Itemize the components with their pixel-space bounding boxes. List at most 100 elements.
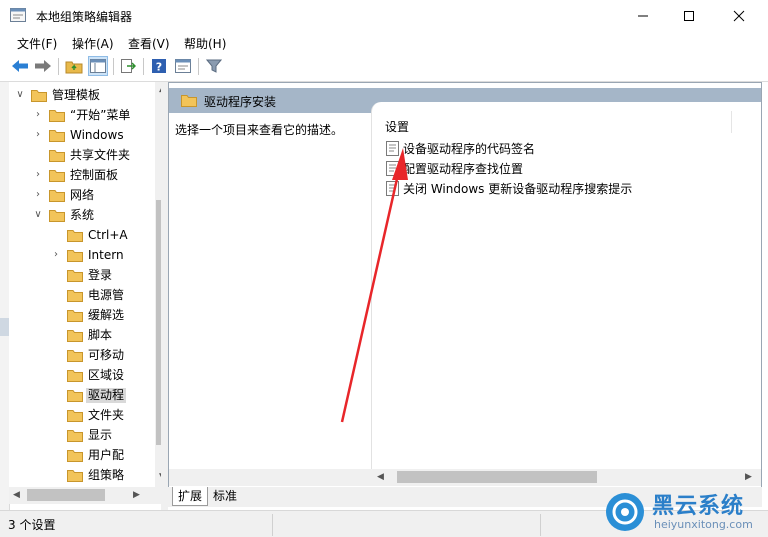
menu-help[interactable]: 帮助(H) — [184, 35, 226, 52]
details-hscroll-thumb[interactable] — [397, 471, 597, 483]
tree-item-label: Intern — [88, 248, 124, 262]
properties-icon — [175, 59, 191, 73]
tree-item[interactable]: 显示 — [9, 426, 149, 446]
export-list-button[interactable] — [118, 56, 138, 76]
tree-hscroll-thumb[interactable] — [27, 489, 105, 501]
close-button[interactable] — [716, 0, 762, 31]
pane-splitter[interactable] — [161, 82, 168, 510]
chevron-right-icon[interactable]: › — [33, 130, 43, 140]
tree-item[interactable]: › 控制面板 — [9, 166, 149, 186]
tree-item[interactable]: › “开始”菜单 — [9, 106, 149, 126]
tree-horizontal-scrollbar[interactable]: ◀ ▶ — [9, 487, 161, 504]
folder-icon — [67, 350, 83, 362]
setting-policy-icon — [386, 161, 399, 176]
tree-item-label: Ctrl+A — [88, 228, 128, 242]
tree-item-label: 显示 — [88, 428, 113, 442]
tree-item[interactable]: ∨ 管理模板 — [9, 86, 149, 106]
chevron-down-icon[interactable]: ∨ — [33, 210, 43, 220]
watermark-url: heiyunxitong.com — [654, 518, 753, 531]
window-title: 本地组策略编辑器 — [36, 10, 133, 24]
setting-label: 设备驱动程序的代码签名 — [403, 142, 536, 156]
tree-item[interactable]: 缓解选 — [9, 306, 149, 326]
menu-view[interactable]: 查看(V) — [128, 35, 170, 52]
close-icon — [733, 10, 745, 21]
console-tree-icon — [90, 59, 106, 73]
description-text: 选择一个项目来查看它的描述。 — [175, 123, 344, 137]
minimize-icon — [638, 15, 648, 16]
status-separator — [540, 514, 541, 536]
folder-icon — [49, 150, 65, 162]
tab-extended[interactable]: 扩展 — [172, 487, 209, 506]
tree-item[interactable]: 电源管 — [9, 286, 149, 306]
show-tree-button[interactable] — [88, 56, 108, 76]
tree-item[interactable]: 脚本 — [9, 326, 149, 346]
status-separator — [272, 514, 273, 536]
column-divider[interactable] — [731, 111, 732, 133]
scroll-right-icon: ▶ — [745, 472, 752, 482]
details-horizontal-scrollbar[interactable]: ◀ ▶ — [169, 469, 761, 486]
chevron-right-icon[interactable]: › — [33, 110, 43, 120]
maximize-button[interactable] — [666, 0, 712, 31]
menu-action[interactable]: 操作(A) — [72, 35, 114, 52]
tree-item-label: 网络 — [70, 188, 95, 202]
tree-item-label: 组策略 — [88, 468, 125, 482]
up-folder-button[interactable] — [64, 56, 84, 76]
watermark-logo: 黑云系统 heiyunxitong.com — [602, 490, 764, 534]
chevron-right-icon[interactable]: › — [33, 170, 43, 180]
tree-item[interactable]: 驱动程 — [9, 386, 149, 406]
watermark-title: 黑云系统 — [652, 494, 745, 519]
tree-item-label: 用户配 — [88, 448, 125, 462]
setting-label: 关闭 Windows 更新设备驱动程序搜索提示 — [403, 182, 633, 196]
tree-item[interactable]: › Windows — [9, 126, 149, 146]
back-arrow-icon — [12, 60, 28, 72]
toolbar: ? — [0, 53, 768, 82]
tree-item-label: “开始”菜单 — [70, 108, 131, 122]
tree-item[interactable]: › Intern — [9, 246, 149, 266]
tree-item[interactable]: 共享文件夹 — [9, 146, 149, 166]
toolbar-separator — [58, 58, 59, 75]
filter-button[interactable] — [204, 56, 224, 76]
up-folder-icon — [65, 61, 83, 74]
help-button[interactable]: ? — [149, 56, 169, 76]
chevron-right-icon[interactable]: › — [33, 190, 43, 200]
back-button[interactable] — [10, 56, 30, 76]
minimize-button[interactable] — [620, 0, 666, 31]
tree-item-label: Windows — [70, 128, 124, 142]
folder-icon — [49, 110, 65, 122]
folder-icon — [67, 450, 83, 462]
folder-icon — [67, 230, 83, 242]
settings-column-header[interactable]: 设置 — [385, 118, 409, 135]
tree-item[interactable]: 登录 — [9, 266, 149, 286]
folder-icon — [67, 430, 83, 442]
tree-item[interactable]: 用户配 — [9, 446, 149, 466]
folder-icon — [67, 250, 83, 262]
app-icon — [10, 8, 26, 22]
forward-button[interactable] — [33, 56, 53, 76]
group-policy-editor-window: 本地组策略编辑器 文件(F) 操作(A) 查看(V) 帮助(H) ? ∨ 管理模… — [0, 0, 768, 537]
tab-standard[interactable]: 标准 — [208, 487, 242, 505]
properties-button[interactable] — [173, 56, 193, 76]
help-icon: ? — [152, 59, 166, 74]
tree-item[interactable]: ∨ 系统 — [9, 206, 149, 226]
tree-item[interactable]: 区域设 — [9, 366, 149, 386]
tree-item[interactable]: 文件夹 — [9, 406, 149, 426]
setting-label: 配置驱动程序查找位置 — [403, 162, 524, 176]
tree-item[interactable]: › 网络 — [9, 186, 149, 206]
menu-file[interactable]: 文件(F) — [17, 35, 57, 52]
chevron-right-icon[interactable]: › — [51, 250, 61, 260]
tree-item[interactable]: Ctrl+A — [9, 226, 149, 246]
tree-item[interactable]: 可移动 — [9, 346, 149, 366]
tree-item[interactable]: 组策略 — [9, 466, 149, 486]
folder-icon — [49, 190, 65, 202]
setting-policy-icon — [386, 141, 399, 156]
tree-item-label: 控制面板 — [70, 168, 119, 182]
maximize-icon — [684, 10, 694, 21]
chevron-down-icon[interactable]: ∨ — [15, 90, 25, 100]
